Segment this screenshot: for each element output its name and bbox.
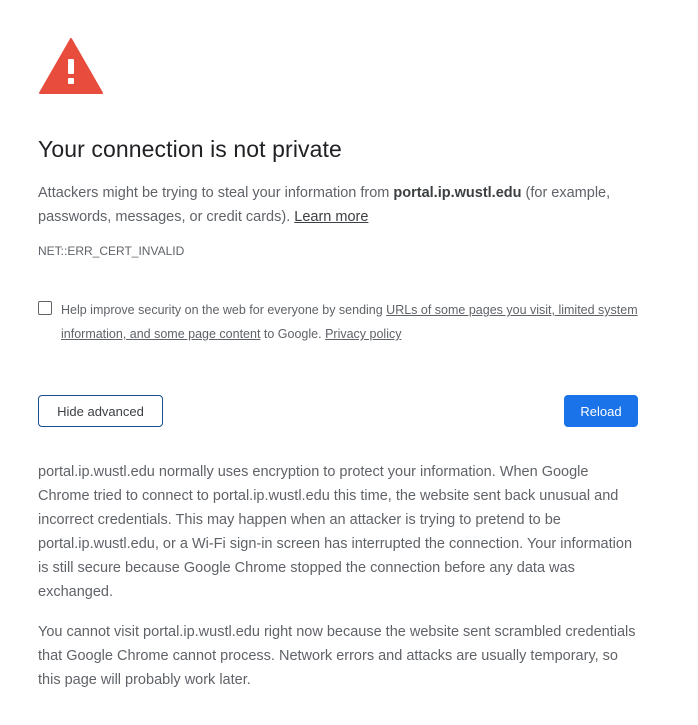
details-paragraph-1: portal.ip.wustl.edu normally uses encryp… (38, 464, 633, 600)
warning-triangle-icon (38, 37, 104, 95)
hide-advanced-button[interactable]: Hide advanced (38, 395, 163, 427)
summary-domain: portal.ip.wustl.edu (393, 185, 522, 201)
learn-more-link[interactable]: Learn more (294, 209, 368, 225)
optin-text: Help improve security on the web for eve… (61, 298, 638, 346)
summary-prefix: Attackers might be trying to steal your … (38, 185, 394, 201)
optin-checkbox[interactable] (38, 301, 52, 315)
reload-button[interactable]: Reload (564, 395, 638, 427)
warning-summary: Attackers might be trying to steal your … (38, 181, 638, 229)
error-code: NET::ERR_CERT_INVALID (38, 244, 185, 258)
privacy-policy-link[interactable]: Privacy policy (325, 327, 401, 341)
advanced-details: portal.ip.wustl.edu normally uses encryp… (38, 460, 643, 708)
optin-middle: to Google. (260, 327, 326, 341)
details-paragraph-2: You cannot visit portal.ip.wustl.edu rig… (38, 624, 636, 688)
page-title: Your connection is not private (38, 136, 342, 162)
optin-prefix: Help improve security on the web for eve… (61, 303, 387, 317)
security-optin: Help improve security on the web for eve… (38, 298, 638, 346)
